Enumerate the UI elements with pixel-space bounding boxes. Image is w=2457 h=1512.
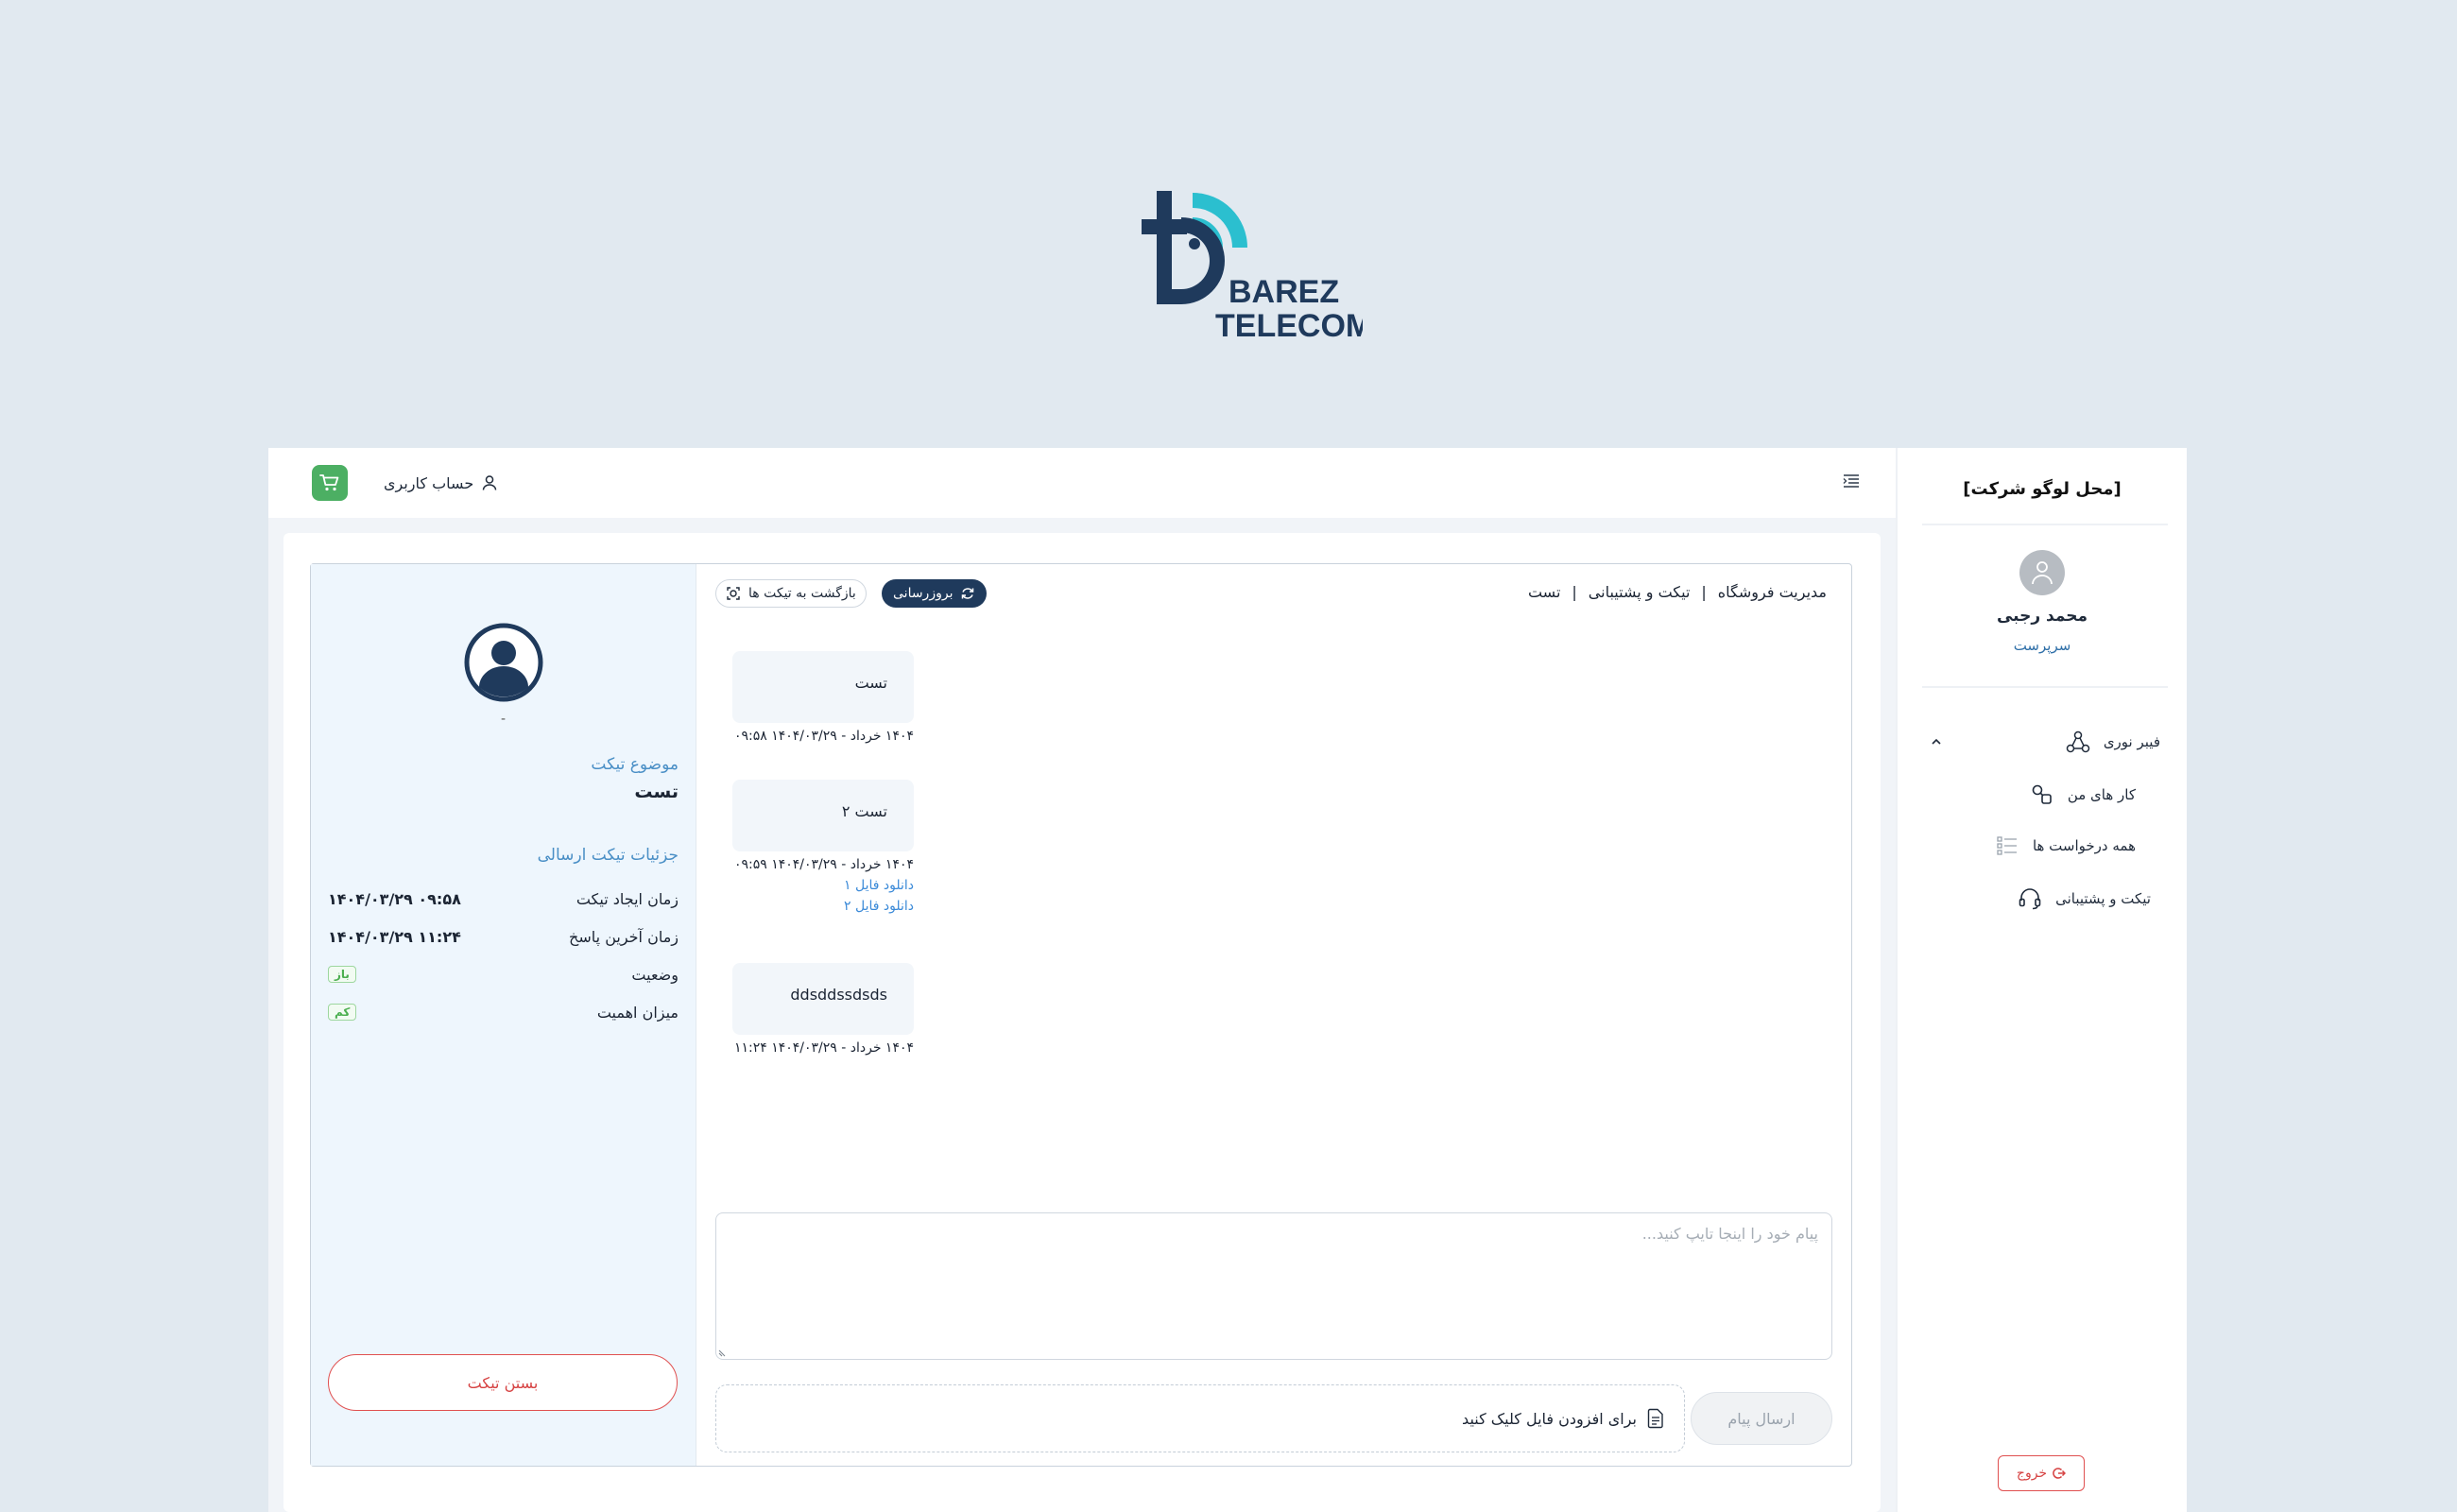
attach-label: برای افزودن فایل کلیک کنید: [1462, 1409, 1637, 1428]
refresh-button[interactable]: بروزرسانی: [882, 579, 988, 608]
sidebar-divider: [1922, 524, 2168, 525]
download-file-link[interactable]: دانلود فایل ۱: [732, 878, 914, 893]
message-bubble: تست ۲: [732, 780, 914, 851]
tickets-icon: [727, 587, 740, 600]
sidebar-divider: [1922, 686, 2168, 688]
sidebar-item-label: تیکت و پشتیبانی: [2055, 890, 2151, 907]
message-input[interactable]: [716, 1213, 1831, 1359]
logo-text-line2: TELECOM: [1215, 308, 1363, 342]
status-badge: باز: [328, 966, 356, 983]
sidebar-item-tickets[interactable]: تیکت و پشتیبانی: [2018, 886, 2151, 911]
user-name: محمد رجبی: [1996, 607, 2088, 626]
subject-label: موضوع تیکت: [591, 755, 679, 774]
message-time: ۱۴۰۴ خرداد - ۱۴۰۴/۰۳/۲۹ ۰۹:۵۸: [733, 729, 914, 744]
headset-icon: [2019, 888, 2041, 910]
priority-row: میزان اهمیت کم: [328, 999, 679, 1025]
company-logo-placeholder: [محل لوگو شرکت]: [1963, 479, 2122, 499]
logout-icon: [2053, 1468, 2067, 1479]
breadcrumb: مدیریت فروشگاه | تیکت و پشتیبانی | تست: [1528, 583, 1827, 601]
sidebar-item-label: فیبر نوری: [2103, 733, 2160, 750]
list-icon: [1997, 836, 2017, 855]
breadcrumb-store[interactable]: مدیریت فروشگاه: [1718, 583, 1827, 601]
back-to-tickets-button[interactable]: بازگشت به تیکت ها: [715, 579, 867, 608]
logout-button[interactable]: خروج: [1998, 1455, 2085, 1491]
subject-value: تست: [634, 782, 679, 802]
last-reply-value: ۱۴۰۴/۰۳/۲۹ ۱۱:۲۴: [328, 927, 461, 946]
close-ticket-button[interactable]: بستن تیکت: [328, 1354, 678, 1411]
ticket-user-avatar-icon: [464, 623, 543, 702]
refresh-icon: [962, 588, 974, 599]
sidebar-item-all-requests[interactable]: همه درخواست ها: [1995, 833, 2136, 858]
ticket-user-name: -: [500, 712, 507, 727]
resize-handle-icon[interactable]: [718, 1348, 728, 1357]
ticket-info-panel: - موضوع تیکت تست جزئیات تیکت ارسالی زمان…: [311, 564, 696, 1466]
created-value: ۱۴۰۴/۰۳/۲۹ ۰۹:۵۸: [328, 889, 461, 908]
created-label: زمان ایجاد تیکت: [576, 889, 679, 908]
account-label: حساب کاربری: [384, 473, 474, 492]
message-item: تست ۲ ۱۴۰۴ خرداد - ۱۴۰۴/۰۳/۲۹ ۰۹:۵۹ دانل…: [732, 780, 914, 914]
user-avatar: [2019, 550, 2065, 595]
priority-badge: کم: [328, 1004, 357, 1021]
message-bubble: ddsddssdsds: [732, 963, 914, 1035]
attach-file-area[interactable]: برای افزودن فایل کلیک کنید: [715, 1384, 1685, 1452]
cart-button[interactable]: [312, 465, 348, 501]
sidebar-item-label: کار های من: [2067, 786, 2136, 803]
sidebar-item-label: همه درخواست ها: [2032, 837, 2136, 854]
created-row: زمان ایجاد تیکت ۱۴۰۴/۰۳/۲۹ ۰۹:۵۸: [328, 885, 679, 912]
breadcrumb-separator: |: [1572, 583, 1577, 601]
network-icon: [2066, 730, 2090, 753]
tasks-icon: [2032, 784, 2052, 804]
ticket-panel: - موضوع تیکت تست جزئیات تیکت ارسالی زمان…: [310, 563, 1852, 1467]
user-avatar-icon: [2032, 561, 2053, 585]
priority-label: میزان اهمیت: [596, 1003, 679, 1022]
file-icon: [1647, 1408, 1663, 1429]
message-time: ۱۴۰۴ خرداد - ۱۴۰۴/۰۳/۲۹ ۰۹:۵۹: [733, 857, 914, 872]
status-label: وضعیت: [631, 965, 679, 984]
message-bubble: تست: [732, 651, 914, 723]
barez-telecom-logo: BAREZ TELECOM: [1094, 187, 1372, 344]
status-row: وضعیت باز: [328, 961, 679, 988]
breadcrumb-tickets[interactable]: تیکت و پشتیبانی: [1589, 583, 1691, 601]
account-menu[interactable]: حساب کاربری: [384, 471, 498, 495]
message-time: ۱۴۰۴ خرداد - ۱۴۰۴/۰۳/۲۹ ۱۱:۲۴: [733, 1040, 914, 1056]
last-reply-row: زمان آخرین پاسخ ۱۴۰۴/۰۳/۲۹ ۱۱:۲۴: [328, 923, 679, 950]
logout-label: خروج: [2016, 1466, 2048, 1481]
chevron-up-icon[interactable]: [1930, 735, 1943, 748]
message-input-box: [715, 1212, 1832, 1360]
sidebar: [محل لوگو شرکت] محمد رجبی سرپرست فیبر نو…: [1896, 448, 2187, 1512]
app-shell: حساب کاربری - موضوع تیکت تست جزئیات تیکت…: [268, 448, 2187, 1512]
breadcrumb-separator: |: [1701, 583, 1707, 601]
cart-icon: [319, 474, 339, 491]
sidebar-item-fiber[interactable]: فیبر نوری: [2066, 730, 2160, 754]
details-title: جزئیات تیکت ارسالی: [537, 846, 679, 865]
send-message-button[interactable]: ارسال پیام: [1691, 1392, 1832, 1445]
chat-area: مدیریت فروشگاه | تیکت و پشتیبانی | تست ب…: [696, 564, 1851, 1466]
message-item: تست ۱۴۰۴ خرداد - ۱۴۰۴/۰۳/۲۹ ۰۹:۵۸: [732, 651, 914, 744]
sidebar-item-my-tasks[interactable]: کار های من: [2030, 782, 2136, 807]
logo-text-line1: BAREZ: [1228, 274, 1339, 310]
menu-toggle-icon[interactable]: [1841, 471, 1862, 491]
refresh-label: بروزرسانی: [893, 586, 954, 601]
download-file-link[interactable]: دانلود فایل ۲: [732, 899, 914, 914]
top-bar: حساب کاربری: [268, 448, 1896, 520]
back-label: بازگشت به تیکت ها: [748, 586, 856, 601]
last-reply-label: زمان آخرین پاسخ: [569, 927, 679, 946]
breadcrumb-current: تست: [1527, 583, 1561, 601]
message-item: ddsddssdsds ۱۴۰۴ خرداد - ۱۴۰۴/۰۳/۲۹ ۱۱:۲…: [732, 963, 914, 1056]
user-icon: [482, 475, 497, 490]
user-role: سرپرست: [2013, 637, 2071, 654]
